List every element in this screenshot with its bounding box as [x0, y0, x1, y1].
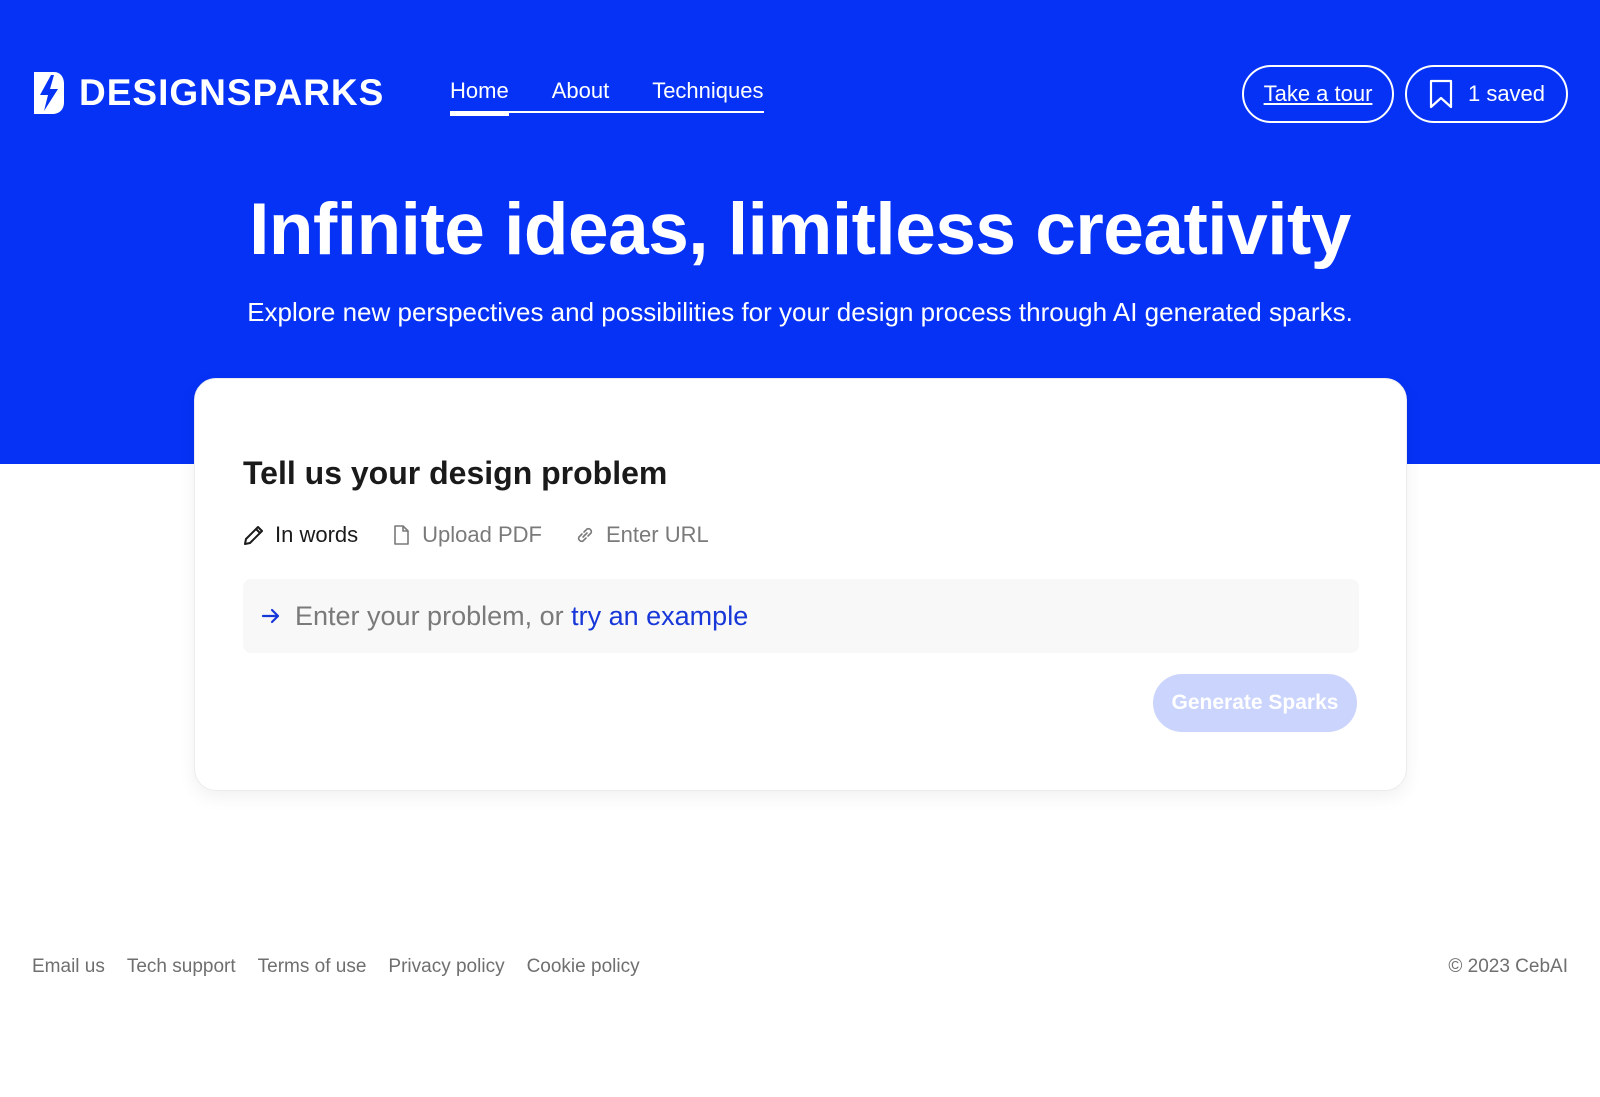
nav-item-home[interactable]: Home	[450, 74, 509, 116]
placeholder-text: Enter your problem, or	[295, 600, 572, 631]
mode-tab-upload-pdf[interactable]: Upload PDF	[390, 522, 542, 548]
pencil-icon	[244, 526, 263, 545]
input-placeholder: Enter your problem, or try an example	[295, 601, 748, 632]
footer-link-email[interactable]: Email us	[32, 956, 105, 978]
hero-title: Infinite ideas, limitless creativity	[249, 189, 1351, 270]
main-nav: Home About Techniques	[450, 74, 764, 116]
problem-input[interactable]: Enter your problem, or try an example	[243, 579, 1359, 653]
lightning-bolt-icon	[34, 72, 64, 114]
mode-label-enter-url: Enter URL	[606, 522, 709, 547]
mode-label-in-words: In words	[275, 522, 359, 547]
take-a-tour-button[interactable]: Take a tour	[1242, 65, 1394, 123]
footer-link-tech-support[interactable]: Tech support	[127, 956, 236, 978]
footer-link-privacy[interactable]: Privacy policy	[388, 956, 504, 978]
mode-tab-enter-url[interactable]: Enter URL	[574, 522, 709, 548]
card-title: Tell us your design problem	[243, 455, 668, 491]
footer-links: Email us Tech support Terms of use Priva…	[32, 956, 662, 978]
footer-link-cookie[interactable]: Cookie policy	[527, 956, 640, 978]
mode-label-upload-pdf: Upload PDF	[422, 522, 542, 547]
input-mode-tabs: In words Upload PDF Enter URL	[243, 522, 741, 548]
copyright: © 2023 CebAI	[1448, 956, 1568, 977]
bookmark-icon	[1429, 79, 1453, 109]
link-icon	[577, 527, 593, 543]
hero-subtitle: Explore new perspectives and possibiliti…	[247, 297, 1353, 327]
nav-item-techniques[interactable]: Techniques	[652, 74, 763, 111]
take-a-tour-label: Take a tour	[1263, 81, 1373, 106]
nav-item-about[interactable]: About	[552, 74, 610, 111]
arrow-right-icon	[261, 608, 280, 624]
try-example-link[interactable]: try an example	[571, 601, 748, 631]
brand-logo[interactable]: DESIGNSPARKS	[32, 70, 384, 116]
saved-button[interactable]: 1 saved	[1405, 65, 1568, 123]
problem-card: Tell us your design problem In words Upl…	[194, 378, 1407, 791]
footer-link-terms[interactable]: Terms of use	[258, 956, 367, 978]
generate-sparks-button[interactable]: Generate Sparks	[1153, 674, 1357, 732]
document-icon	[394, 525, 409, 545]
brand-name: DESIGNSPARKS	[79, 72, 385, 113]
saved-count-label: 1 saved	[1467, 81, 1546, 106]
mode-tab-in-words[interactable]: In words	[243, 522, 358, 548]
